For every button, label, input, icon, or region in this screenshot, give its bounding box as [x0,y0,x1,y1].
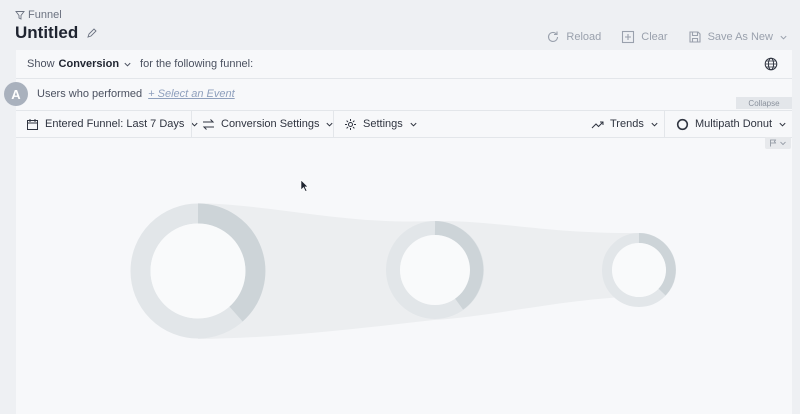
divider [333,111,334,137]
breadcrumb-label: Funnel [28,9,62,21]
conversion-settings-dropdown[interactable]: Conversion Settings [202,111,334,137]
globe-icon[interactable] [764,57,778,71]
funnel-step-3-donut[interactable] [602,233,676,307]
settings-label: Settings [363,118,403,130]
trend-icon [591,121,604,128]
chart-type-dropdown[interactable]: Multipath Donut [676,111,787,137]
breadcrumb[interactable]: Funnel [15,9,62,21]
step-avatar: A [4,82,28,106]
save-as-new-button[interactable]: Save As New [688,30,788,44]
filter-icon [15,11,25,20]
divider [191,111,192,137]
chevron-down-icon [780,141,786,146]
mouse-cursor [300,179,309,192]
step-row: Users who performed + Select an Event [37,88,235,100]
report-title[interactable]: Untitled [15,23,97,43]
annotation-flag-button[interactable] [765,137,791,149]
show-label: Show [27,58,55,70]
chart-type-label: Multipath Donut [695,118,773,130]
chevron-down-icon [779,122,786,127]
show-row: Show Conversion for the following funnel… [16,50,792,79]
date-range-dropdown[interactable]: Entered Funnel: Last 7 Days [26,111,199,137]
chevron-down-icon [124,62,131,67]
donut-icon [676,118,689,130]
swap-icon [202,118,215,130]
chevron-down-icon [410,122,417,127]
page-header: Funnel Untitled Reload Clear Save As New [0,0,800,50]
date-range-label: Entered Funnel: Last 7 Days [45,118,185,130]
page-title: Untitled [15,23,79,42]
calendar-icon [27,118,38,130]
report-toolbar: Entered Funnel: Last 7 Days Conversion S… [16,110,792,138]
reload-button[interactable]: Reload [546,30,601,44]
funnel-step-2-donut[interactable] [386,221,484,319]
funnel-step-1-donut[interactable] [130,203,266,339]
reload-icon [548,31,559,43]
multipath-donut-chart [130,203,676,339]
pencil-icon[interactable] [86,27,97,39]
clear-label: Clear [641,31,668,43]
users-label: Users who performed [37,88,143,100]
metric-value: Conversion [58,58,120,70]
chevron-down-icon [780,35,787,40]
clear-button[interactable]: Clear [621,30,668,44]
conversion-settings-label: Conversion Settings [221,118,320,130]
save-icon [689,31,701,43]
gear-icon [345,118,356,130]
divider [664,111,665,137]
flag-icon [770,139,777,147]
trends-label: Trends [610,118,644,130]
header-actions: Reload Clear Save As New [546,30,788,44]
metric-select[interactable]: Conversion [59,58,133,70]
add-icon [622,30,635,44]
show-suffix: for the following funnel: [140,58,254,70]
settings-dropdown[interactable]: Settings [344,111,418,137]
save-as-new-label: Save As New [707,31,773,43]
chevron-down-icon [651,122,658,127]
trends-dropdown[interactable]: Trends [591,111,659,137]
collapse-button[interactable]: Collapse [736,97,792,109]
select-event-link[interactable]: + Select an Event [148,88,235,100]
reload-label: Reload [566,31,602,43]
